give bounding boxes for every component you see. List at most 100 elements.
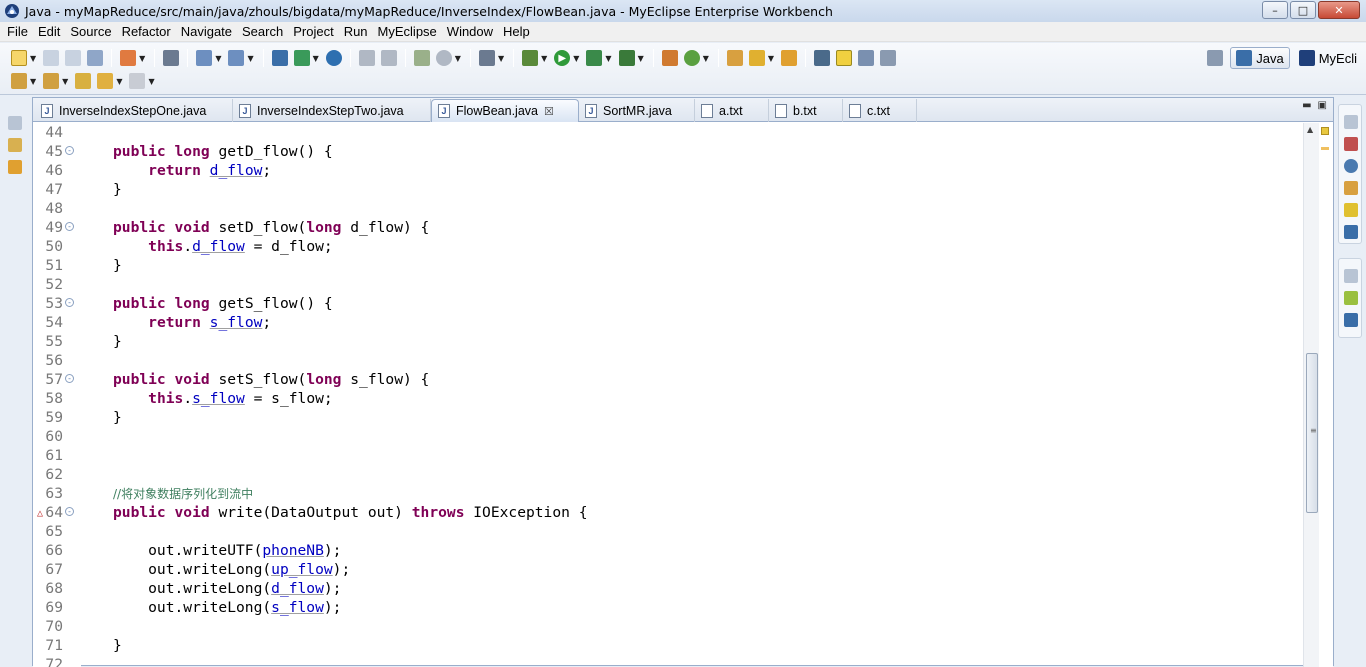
back-icon[interactable] [97, 73, 114, 89]
menu-run[interactable]: Run [339, 24, 373, 39]
report-icon[interactable] [435, 50, 452, 66]
code-line[interactable]: 45- public long getD_flow() { [33, 142, 1303, 161]
java-perspective-button[interactable]: Java [1230, 47, 1290, 69]
next-annotation-icon[interactable] [11, 73, 27, 89]
dropdown-icon[interactable]: ▼ [215, 54, 221, 63]
tab-b-txt[interactable]: b.txt [769, 99, 843, 122]
fold-toggle-icon[interactable]: - [65, 146, 74, 155]
save-icon[interactable] [43, 50, 60, 66]
run-icon[interactable]: ▶ [554, 50, 571, 66]
maximize-view-icon[interactable]: ▣ [1318, 100, 1327, 111]
sync-icon[interactable] [358, 50, 375, 66]
fold-toggle-icon[interactable]: - [65, 298, 74, 307]
code-line[interactable]: 48 [33, 199, 1303, 218]
dropdown-icon[interactable]: ▼ [139, 54, 145, 63]
dropdown-icon[interactable]: ▼ [498, 54, 504, 63]
menu-project[interactable]: Project [288, 24, 338, 39]
show-whitespace-icon[interactable] [880, 50, 897, 66]
restore-icon[interactable] [1344, 115, 1358, 129]
code-line[interactable]: 49- public void setD_flow(long d_flow) { [33, 218, 1303, 237]
code-line[interactable]: 61 [33, 446, 1303, 465]
tab-inverseindexstepone[interactable]: J InverseIndexStepOne.java [35, 99, 233, 122]
scrollbar-thumb[interactable]: ≡ [1306, 353, 1318, 513]
menu-refactor[interactable]: Refactor [117, 24, 176, 39]
overview-ruler[interactable] [1319, 123, 1333, 667]
code-line[interactable]: 54 return s_flow; [33, 313, 1303, 332]
menu-edit[interactable]: Edit [33, 24, 65, 39]
dropdown-icon[interactable]: ▼ [62, 77, 68, 86]
code-line[interactable]: 55} [33, 332, 1303, 351]
browser-icon[interactable] [325, 50, 342, 66]
code-line[interactable]: 68 out.writeLong(d_flow); [33, 579, 1303, 598]
forward-icon[interactable] [129, 73, 146, 89]
code-line[interactable]: 72 [33, 655, 1303, 667]
code-line[interactable]: 47} [33, 180, 1303, 199]
restore-icon[interactable] [8, 116, 22, 130]
new-java-class-icon[interactable] [683, 50, 700, 66]
new-web-project-icon[interactable] [120, 50, 137, 66]
package-explorer-icon[interactable] [8, 138, 22, 152]
new-icon[interactable] [11, 50, 27, 66]
minimize-view-icon[interactable]: ▬ [1302, 100, 1311, 111]
tab-flowbean[interactable]: J FlowBean.java ☒ [431, 99, 579, 122]
dropdown-icon[interactable]: ▼ [30, 77, 36, 86]
code-line[interactable]: 52 [33, 275, 1303, 294]
minimize-button[interactable]: – [1262, 1, 1288, 19]
fold-toggle-icon[interactable]: - [65, 374, 74, 383]
code-line[interactable]: 50 this.d_flow = d_flow; [33, 237, 1303, 256]
open-perspective-icon[interactable] [1207, 50, 1224, 66]
new-dropdown-icon[interactable]: ▼ [30, 54, 36, 63]
image-icon[interactable] [478, 50, 495, 66]
debug-icon[interactable] [522, 50, 539, 66]
menu-window[interactable]: Window [442, 24, 498, 39]
code-line[interactable]: 62 [33, 465, 1303, 484]
toggle-mark-occurrences-icon[interactable] [814, 50, 831, 66]
coverage-icon[interactable] [586, 50, 603, 66]
restore-icon[interactable] [1344, 269, 1358, 283]
code-line[interactable]: 70 [33, 617, 1303, 636]
dropdown-icon[interactable]: ▼ [768, 54, 774, 63]
external-tools-icon[interactable] [618, 50, 635, 66]
menu-navigate[interactable]: Navigate [176, 24, 237, 39]
code-line[interactable]: 58 this.s_flow = s_flow; [33, 389, 1303, 408]
hierarchy-icon[interactable] [8, 160, 22, 174]
myeclipse-perspective-button[interactable]: MyEcli [1294, 47, 1362, 69]
maximize-button[interactable]: □ [1290, 1, 1316, 19]
override-marker-icon[interactable]: △ [37, 504, 43, 523]
last-edit-location-icon[interactable] [75, 73, 92, 89]
menu-search[interactable]: Search [237, 24, 288, 39]
dropdown-icon[interactable]: ▼ [455, 54, 461, 63]
uml-icon[interactable] [413, 50, 430, 66]
declaration-icon[interactable] [1344, 181, 1358, 195]
code-line[interactable]: 66 out.writeUTF(phoneNB); [33, 541, 1303, 560]
refresh-icon[interactable] [380, 50, 397, 66]
menu-help[interactable]: Help [498, 24, 535, 39]
code-line[interactable]: 60 [33, 427, 1303, 446]
server-icon[interactable] [293, 50, 310, 66]
code-line[interactable]: 65 [33, 522, 1303, 541]
close-tab-icon[interactable]: ☒ [544, 105, 554, 118]
javadoc-icon[interactable] [1344, 159, 1358, 173]
code-line[interactable]: 67 out.writeLong(up_flow); [33, 560, 1303, 579]
fold-toggle-icon[interactable]: - [65, 222, 74, 231]
new-package-icon[interactable] [661, 50, 678, 66]
dropdown-icon[interactable]: ▼ [116, 77, 122, 86]
menu-file[interactable]: File [2, 24, 33, 39]
dropdown-icon[interactable]: ▼ [148, 77, 154, 86]
close-button[interactable]: ✕ [1318, 1, 1360, 19]
menu-source[interactable]: Source [65, 24, 116, 39]
vertical-scrollbar[interactable]: ▲ ≡ [1303, 123, 1319, 667]
code-area[interactable]: 44 45- public long getD_flow() {46 return … [33, 123, 1303, 667]
scroll-up-icon[interactable]: ▲ [1307, 125, 1313, 134]
dropdown-icon[interactable]: ▼ [573, 54, 579, 63]
occurrence-marker-icon[interactable] [1321, 147, 1329, 150]
search-icon[interactable] [748, 50, 765, 66]
new-class-icon[interactable] [228, 50, 245, 66]
console-window-icon[interactable] [163, 50, 180, 66]
tasks-icon[interactable] [1344, 313, 1358, 327]
warning-marker-icon[interactable] [1321, 127, 1329, 135]
dropdown-icon[interactable]: ▼ [313, 54, 319, 63]
code-line[interactable]: 56 [33, 351, 1303, 370]
menu-myeclipse[interactable]: MyEclipse [373, 24, 442, 39]
save-all-icon[interactable] [65, 50, 82, 66]
